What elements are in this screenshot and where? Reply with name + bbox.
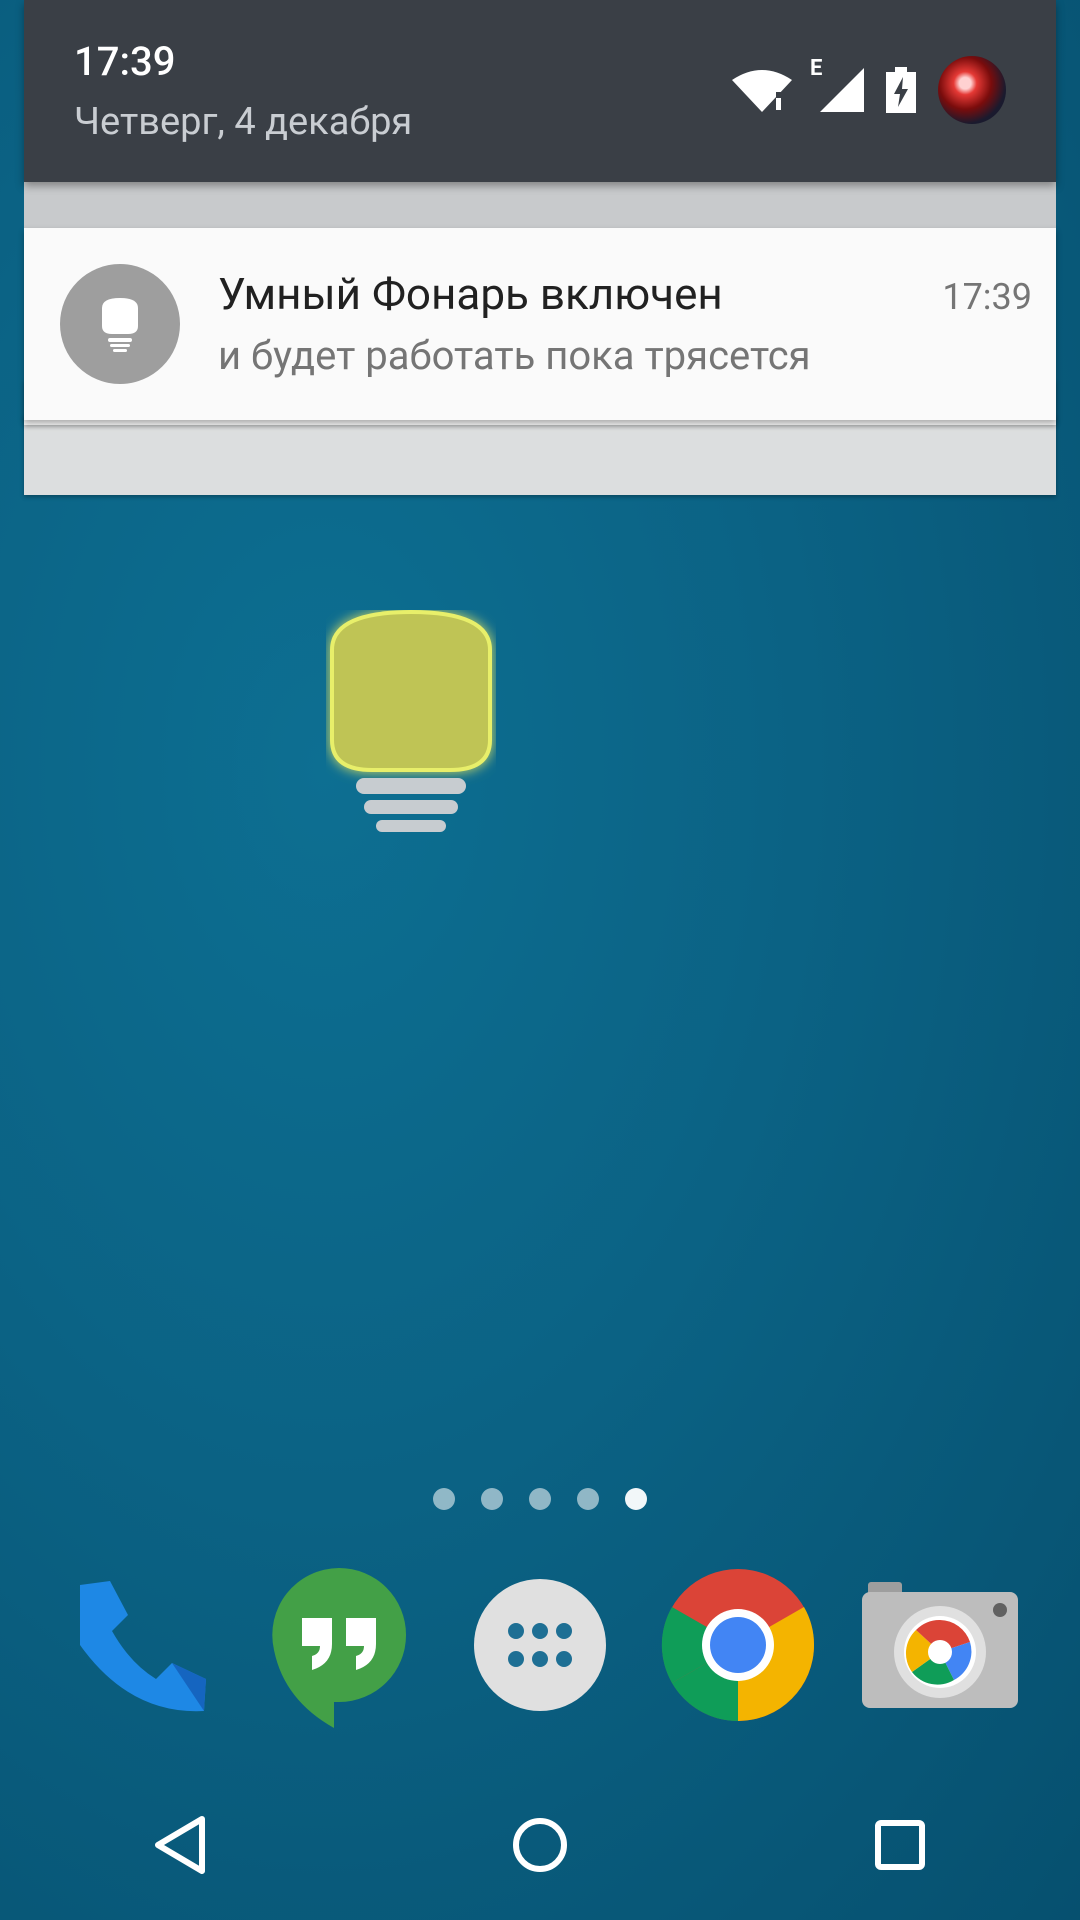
lightbulb-icon bbox=[60, 264, 180, 384]
lightbulb-widget-icon[interactable] bbox=[326, 609, 496, 844]
clock: 17:39 bbox=[74, 38, 176, 85]
page-indicator bbox=[0, 1488, 1080, 1510]
hangouts-icon[interactable] bbox=[259, 1560, 419, 1730]
notification-card[interactable]: Умный Фонарь включен 17:39 и будет работ… bbox=[24, 228, 1056, 420]
camera-icon[interactable] bbox=[860, 1560, 1020, 1730]
dock bbox=[0, 1560, 1080, 1730]
recents-icon[interactable] bbox=[840, 1785, 960, 1905]
status-icons: E bbox=[732, 56, 1006, 124]
phone-icon[interactable] bbox=[60, 1560, 220, 1730]
home-icon[interactable] bbox=[480, 1785, 600, 1905]
page-dot bbox=[577, 1488, 599, 1510]
cell-signal-icon: E bbox=[810, 56, 864, 112]
notification-stack-card bbox=[24, 415, 1056, 495]
notification-stack-card bbox=[24, 182, 1056, 228]
notification-title: Умный Фонарь включен bbox=[218, 268, 723, 320]
battery-charging-icon bbox=[886, 67, 916, 113]
navigation-bar bbox=[0, 1770, 1080, 1920]
page-dot bbox=[433, 1488, 455, 1510]
notification-shade-header: 17:39 Четверг, 4 декабря E bbox=[24, 0, 1056, 182]
notification-text: и будет работать пока трясется bbox=[218, 332, 811, 379]
page-dot bbox=[481, 1488, 503, 1510]
date: Четверг, 4 декабря bbox=[74, 100, 413, 144]
wifi-icon bbox=[732, 70, 792, 112]
page-dot-active bbox=[625, 1488, 647, 1510]
page-dot bbox=[529, 1488, 551, 1510]
user-avatar[interactable] bbox=[938, 56, 1006, 124]
notification-time: 17:39 bbox=[942, 276, 1032, 318]
app-drawer-icon[interactable] bbox=[460, 1560, 620, 1730]
back-icon[interactable] bbox=[120, 1785, 240, 1905]
chrome-icon[interactable] bbox=[658, 1560, 818, 1730]
